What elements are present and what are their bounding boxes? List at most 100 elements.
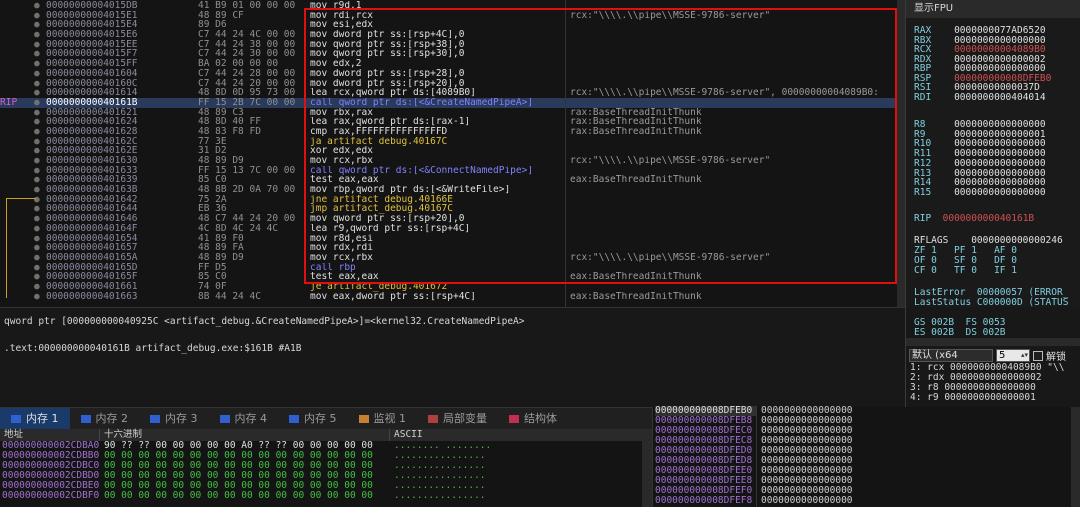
disasm-ins[interactable]: lea rax,qword ptr ds:[rax-1] [310,117,570,127]
call-argument[interactable]: 3: r8 0000000000000000 [910,383,1064,393]
call-argument[interactable]: 2: rdx 0000000000000002 [910,373,1064,383]
rip-marker: RIP [0,97,18,108]
header-hex[interactable]: 十六进制 [100,429,390,441]
disasm-ins[interactable]: mov eax,dword ptr ss:[rsp+4C] [310,292,570,302]
disasm-ins[interactable]: call qword ptr ds:[<&CreateNamedPipeA>] [310,97,570,108]
dump-row[interactable]: 000000000002CDBF0 00 00 00 00 00 00 00 00… [0,491,652,501]
disasm-ins[interactable]: test eax,eax [310,175,570,185]
disassembly-view[interactable]: RIP ● ● ● ● ● ● ● ● ● ● ● ● ● ● ● ● ● ● ● ● ● ● ● ● ● ● ● ● ● ● ● 0000… [0,0,905,307]
breakpoint-dot-icon[interactable]: ● [34,69,44,79]
disasm-ins[interactable]: ja artifact_debug.40167C [310,137,570,147]
show-fpu-toggle[interactable]: 显示FPU [906,0,1080,18]
disasm-ins[interactable]: lea r9,qword ptr ss:[rsp+4C] [310,224,570,234]
disasm-ins[interactable]: mov qword ptr ss:[rsp+30],0 [310,49,570,59]
disasm-ins[interactable]: test eax,eax [310,272,570,282]
breakpoint-dot-icon[interactable]: ● [34,1,44,11]
header-address[interactable]: 地址 [0,429,100,441]
register-rip[interactable]: RIP 000000000040161B [914,214,1034,224]
disasm-cmt [570,30,900,40]
calling-convention-select[interactable]: 默认 (x64 [909,349,993,362]
dump-row[interactable]: 000000000002CDBE0 00 00 00 00 00 00 00 00… [0,481,652,491]
disasm-ins[interactable]: je artifact_debug.401672 [310,282,570,292]
breakpoint-dot-icon[interactable]: ● [34,88,44,98]
dump-ascii: ................ [394,490,486,501]
dump-scrollbar[interactable] [642,441,652,507]
dump-row[interactable]: 000000000002CDBA0 90 ?? ?? 00 00 00 00 00… [0,441,652,451]
breakpoint-dot-icon[interactable]: ● [34,117,44,127]
disasm-ins[interactable]: cmp rax,FFFFFFFFFFFFFFFD [310,127,570,137]
disasm-ins[interactable]: lea rcx,qword ptr ds:[4089B0] [310,88,570,98]
disasm-ins[interactable]: mov dword ptr ss:[rsp+20],0 [310,79,570,89]
tab-8[interactable]: 结构体 [498,408,568,430]
breakpoint-dot-icon[interactable]: ● [34,98,44,108]
breakpoint-dot-icon[interactable]: ● [34,185,44,195]
dump-hex: 00 00 00 00 00 00 00 00 00 00 00 00 00 0… [104,491,373,501]
lock-checkbox[interactable] [1033,350,1043,361]
breakpoint-dot-icon[interactable]: ● [34,166,44,176]
disasm-ins[interactable]: mov edx,2 [310,59,570,69]
register-rdi[interactable]: RDI 0000000000404014 [914,92,1046,103]
rip-marker [0,88,38,98]
register-r15[interactable]: R15 0000000000000000 [914,187,1046,198]
stack-row[interactable]: 000000000008DFEF8 0000000000000000 [655,496,877,506]
breakpoint-dot-icon[interactable]: ● [34,108,44,118]
breakpoint-dot-icon[interactable]: ● [34,137,44,147]
disasm-cmt [570,185,900,195]
disasm-addr: 00000000004015E4 [46,20,138,31]
disasm-ins[interactable]: mov rdx,rdi [310,243,570,253]
dump-row[interactable]: 000000000002CDBD0 00 00 00 00 00 00 00 00… [0,471,652,481]
disasm-ins[interactable]: mov rcx,rbx [310,156,570,166]
tab-1[interactable]: 内存 1 [0,408,70,430]
stack-scrollbar[interactable] [1071,407,1080,507]
memory-dump[interactable]: 地址 十六进制 ASCII 000000000002CDBA0 90 ?? ?? … [0,429,652,507]
disasm-ins[interactable]: mov rbp,qword ptr ds:[<&WriteFile>] [310,185,570,195]
breakpoint-dot-icon[interactable]: ● [34,127,44,137]
breakpoint-dot-icon[interactable]: ● [34,30,44,40]
breakpoint-dot-icon[interactable]: ● [34,59,44,69]
tab-2[interactable]: 内存 2 [70,408,140,430]
disasm-ins[interactable]: call qword ptr ds:[<&ConnectNamedPipe>] [310,166,570,176]
disasm-ins[interactable]: call rbp [310,263,570,273]
disasm-ins[interactable]: mov dword ptr ss:[rsp+28],0 [310,69,570,79]
disasm-ins[interactable]: mov rcx,rbx [310,253,570,263]
disasm-ins[interactable]: mov qword ptr ss:[rsp+38],0 [310,40,570,50]
call-argument[interactable]: 1: rcx 00000000004089B0 "\\ [910,363,1064,373]
spinner-arrows-icon[interactable]: ▴▾ [1021,350,1028,361]
disasm-ins[interactable]: mov r9d,1 [310,1,570,11]
breakpoint-dot-icon[interactable]: ● [34,146,44,156]
breakpoint-dot-icon[interactable]: ● [34,11,44,21]
disasm-ins[interactable]: xor edx,edx [310,146,570,156]
breakpoint-dot-icon[interactable]: ● [34,156,44,166]
dump-row[interactable]: 000000000002CDBC0 00 00 00 00 00 00 00 00… [0,461,652,471]
tab-5[interactable]: 内存 5 [278,408,348,430]
tab-4[interactable]: 内存 4 [209,408,279,430]
disasm-ins[interactable]: jne artifact_debug.40166E [310,195,570,205]
rip-marker [0,127,38,137]
breakpoint-dot-icon[interactable]: ● [34,20,44,30]
disasm-ins[interactable]: mov qword ptr ss:[rsp+20],0 [310,214,570,224]
disasm-ins[interactable]: mov r8d,esi [310,234,570,244]
breakpoint-dot-icon[interactable]: ● [34,79,44,89]
tab-3[interactable]: 内存 3 [139,408,209,430]
tab-7[interactable]: 局部变量 [417,408,498,430]
dump-row[interactable]: 000000000002CDBB0 00 00 00 00 00 00 00 00… [0,451,652,461]
arg-count-spinner[interactable]: 5 ▴▾ [996,349,1030,362]
breakpoint-dot-icon[interactable]: ● [34,49,44,59]
disasm-ins[interactable]: mov dword ptr ss:[rsp+4C],0 [310,30,570,40]
call-argument[interactable]: 4: r9 0000000000000001 [910,393,1064,403]
disasm-ins[interactable]: jmp artifact_debug.40167C [310,204,570,214]
rip-marker [0,40,38,50]
disasm-cmt [570,263,900,273]
disasm-ins[interactable]: mov rdi,rcx [310,11,570,21]
panel-scrollbar[interactable] [906,338,1080,346]
disasm-scrollbar[interactable] [897,0,905,307]
disasm-ins[interactable]: mov rbx,rax [310,108,570,118]
stack-view[interactable]: 000000000008DFEB0 0000000000000000 0000000… [652,406,1080,507]
disasm-ins[interactable]: mov esi,edx [310,20,570,30]
flags-row-3[interactable]: CF 0 TF 0 IF 1 [914,266,1017,276]
breakpoint-dot-icon[interactable]: ● [34,175,44,185]
rip-marker [0,69,38,79]
tab-6[interactable]: 监视 1 [348,408,418,430]
disasm-hex: 85 C0 [198,175,227,186]
breakpoint-dot-icon[interactable]: ● [34,40,44,50]
